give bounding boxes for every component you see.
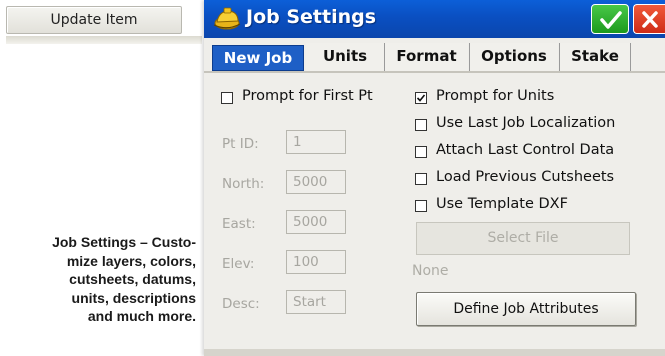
use-last-job-localization-checkbox[interactable] <box>415 119 427 131</box>
surveyor-helmet-icon <box>213 7 241 30</box>
load-previous-cutsheets-checkbox[interactable] <box>415 173 427 185</box>
use-last-job-localization-label: Use Last Job Localization <box>436 115 616 131</box>
pt-id-field[interactable]: 1 <box>286 130 346 154</box>
tab-format[interactable]: Format <box>384 43 468 71</box>
prompt-for-units-label: Prompt for Units <box>436 88 555 104</box>
pt-id-label: Pt ID: <box>222 136 259 152</box>
job-settings-dialog: Job Settings New Job Units Format Option… <box>204 0 665 356</box>
close-button[interactable] <box>633 4 665 34</box>
desc-field[interactable]: Start <box>286 290 346 314</box>
tab-new-job[interactable]: New Job <box>212 45 304 71</box>
tab-underline <box>204 71 665 73</box>
desc-label: Desc: <box>222 296 260 312</box>
caption-line: Job Settings – Custo- <box>52 234 196 250</box>
checkmark-icon <box>600 11 622 29</box>
caption-line: cutsheets, datums, <box>69 271 196 287</box>
tab-units[interactable]: Units <box>306 43 384 71</box>
caption-line: and much more. <box>87 308 196 324</box>
use-template-dxf-checkbox[interactable] <box>415 200 427 212</box>
update-item-button[interactable]: Update Item <box>6 6 182 34</box>
file-status-text: None <box>412 263 449 279</box>
prompt-first-pt-checkbox[interactable] <box>221 92 233 104</box>
elev-label: Elev: <box>222 256 255 272</box>
define-job-attributes-button[interactable]: Define Job Attributes <box>416 292 636 326</box>
north-label: North: <box>222 176 265 192</box>
title-bar: Job Settings <box>204 0 665 38</box>
caption-line: units, descriptions <box>71 289 196 306</box>
update-item-strip <box>6 36 202 44</box>
elev-field[interactable]: 100 <box>286 250 346 274</box>
checkmark-icon <box>416 94 426 102</box>
dialog-bottom-edge <box>204 349 665 356</box>
close-icon <box>642 11 658 28</box>
attach-last-control-data-label: Attach Last Control Data <box>436 142 615 158</box>
east-label: East: <box>222 216 256 232</box>
ok-button[interactable] <box>591 4 629 34</box>
tab-options[interactable]: Options <box>469 43 558 71</box>
use-template-dxf-label: Use Template DXF <box>436 196 568 212</box>
north-field[interactable]: 5000 <box>286 170 346 194</box>
prompt-for-units-checkbox[interactable] <box>415 92 427 104</box>
tab-stake[interactable]: Stake <box>559 43 631 71</box>
attach-last-control-data-checkbox[interactable] <box>415 146 427 158</box>
caption-line: mize layers, colors, <box>66 252 196 269</box>
tab-strip: New Job Units Format Options Stake <box>204 38 665 74</box>
job-settings-caption: Job Settings – Custo- mize layers, color… <box>8 233 196 326</box>
east-field[interactable]: 5000 <box>286 210 346 234</box>
prompt-first-pt-label: Prompt for First Pt <box>242 88 373 104</box>
load-previous-cutsheets-label: Load Previous Cutsheets <box>436 169 615 185</box>
select-file-button[interactable]: Select File <box>416 222 630 255</box>
dialog-title: Job Settings <box>246 6 377 28</box>
